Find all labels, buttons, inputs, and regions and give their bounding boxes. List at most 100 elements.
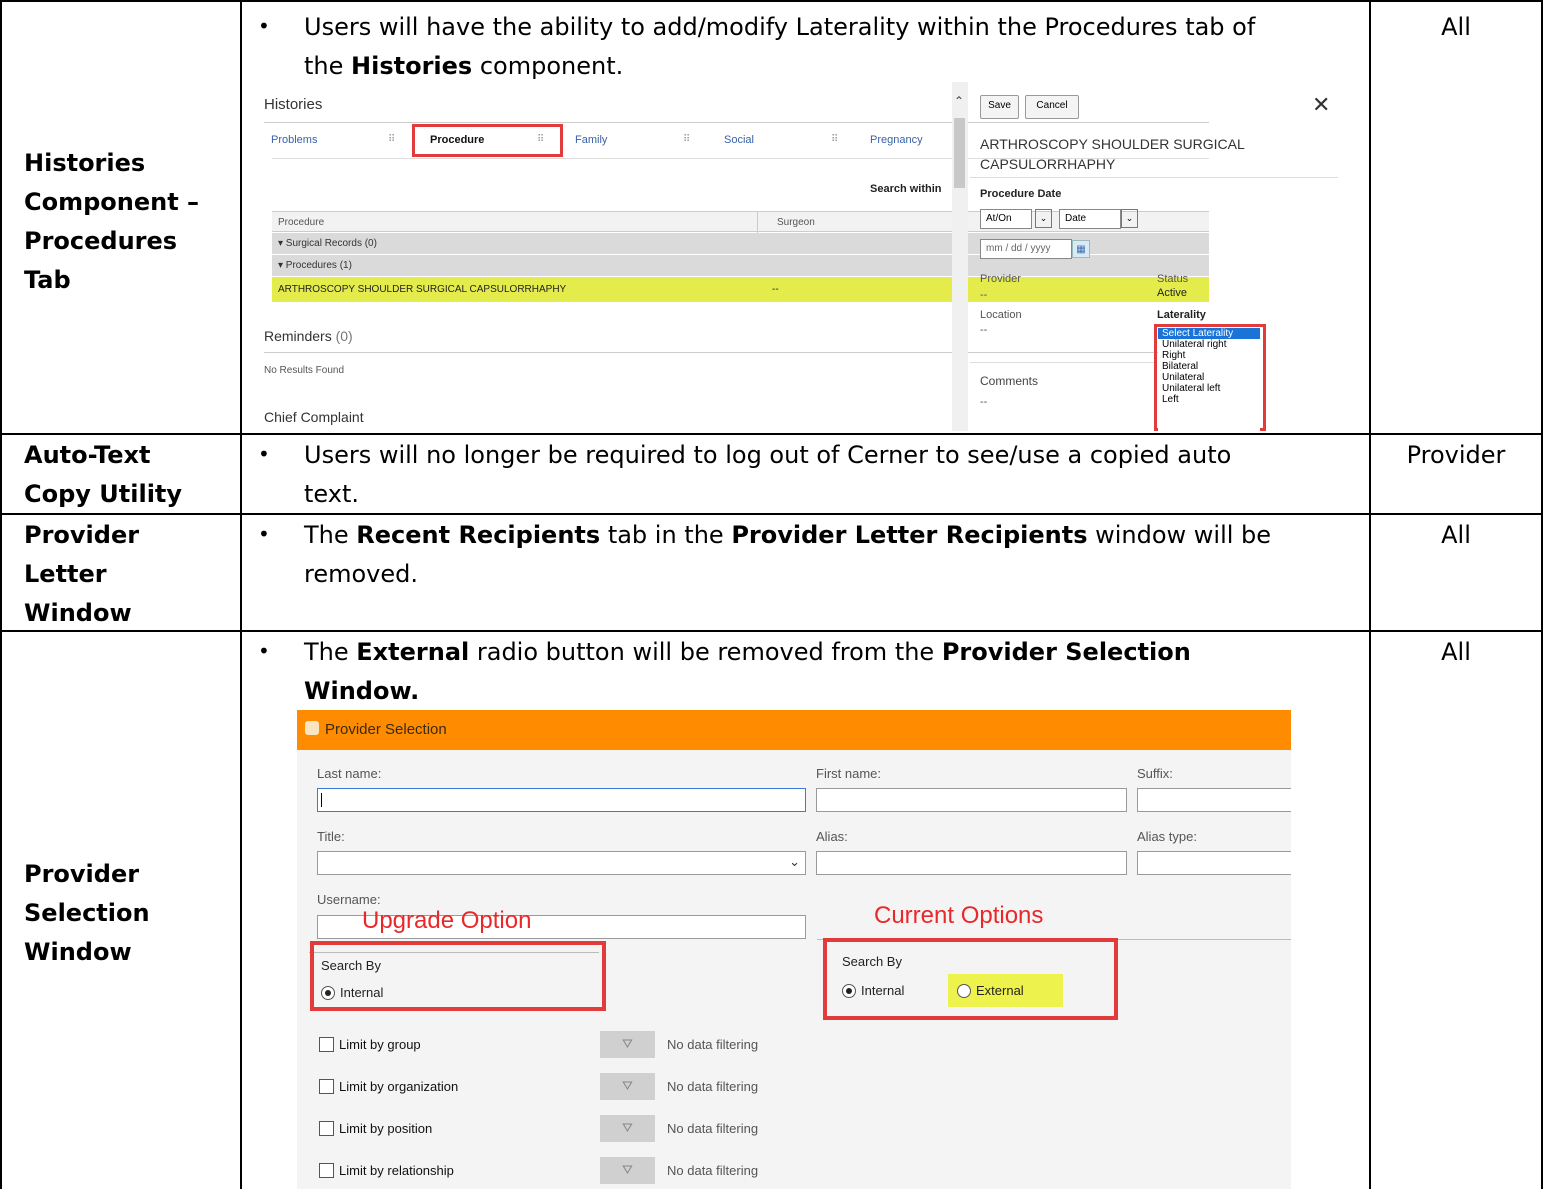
row-label-provider-selection: Provider Selection Window bbox=[2, 855, 238, 972]
laterality-option[interactable]: Right bbox=[1158, 350, 1260, 361]
bullet: • bbox=[258, 522, 270, 546]
internal-radio[interactable] bbox=[842, 984, 856, 998]
limit-checkbox[interactable] bbox=[319, 1037, 334, 1052]
cancel-button[interactable]: Cancel bbox=[1025, 95, 1079, 119]
label-line: Selection bbox=[24, 899, 150, 927]
filter-icon[interactable]: ⛛ bbox=[600, 1073, 655, 1100]
search-within-label[interactable]: Search within bbox=[870, 183, 942, 195]
laterality-option[interactable]: Bilateral bbox=[1158, 361, 1260, 372]
text: the bbox=[304, 52, 352, 80]
scrollbar[interactable] bbox=[952, 82, 968, 431]
alias-type-field[interactable] bbox=[1137, 851, 1291, 875]
drag-handle-icon: ⠿ bbox=[831, 134, 839, 145]
divider bbox=[970, 362, 1154, 363]
upgrade-option-caption: Upgrade Option bbox=[362, 907, 532, 934]
col-procedure[interactable]: Procedure bbox=[278, 217, 324, 228]
chevron-down-icon[interactable]: ⌄ bbox=[1121, 209, 1138, 228]
label-line: Component – bbox=[24, 188, 200, 216]
alias-field[interactable] bbox=[816, 851, 1127, 875]
limit-checkbox[interactable] bbox=[319, 1079, 334, 1094]
row-divider bbox=[0, 433, 1543, 435]
reminders-count: (0) bbox=[335, 328, 353, 344]
limit-checkbox[interactable] bbox=[319, 1121, 334, 1136]
tab-social[interactable]: Social bbox=[724, 134, 754, 146]
tab-pregnancy[interactable]: Pregnancy bbox=[870, 134, 923, 146]
text: The bbox=[304, 638, 357, 666]
date-input[interactable]: mm / dd / yyyy bbox=[980, 239, 1072, 259]
date-select[interactable]: Date bbox=[1059, 209, 1121, 229]
laterality-listbox[interactable]: Select Laterality Unilateral right Right… bbox=[1158, 328, 1260, 431]
laterality-option[interactable]: Unilateral left bbox=[1158, 383, 1260, 394]
internal-label: Internal bbox=[340, 985, 384, 1000]
table-row-selected[interactable]: ARTHROSCOPY SHOULDER SURGICAL CAPSULORRH… bbox=[272, 277, 1209, 302]
procedure-date-label: Procedure Date bbox=[980, 188, 1062, 200]
calendar-icon[interactable]: ▦ bbox=[1072, 240, 1090, 258]
bold-text: External bbox=[356, 638, 470, 666]
label-line: Provider bbox=[24, 860, 140, 888]
limit-checkbox[interactable] bbox=[319, 1163, 334, 1178]
divider bbox=[264, 122, 1209, 123]
bullet-line: Users will no longer be required to log … bbox=[304, 441, 1232, 469]
row-label-histories: Histories Component – Procedures Tab bbox=[2, 144, 238, 300]
table-border-top bbox=[0, 0, 1543, 2]
text: radio button will be removed from the bbox=[469, 638, 942, 666]
filter-icon[interactable]: ⛛ bbox=[600, 1157, 655, 1184]
limit-by-group-label: Limit by group bbox=[339, 1037, 421, 1052]
title-select[interactable]: ⌄ bbox=[317, 851, 806, 875]
col-surgeon[interactable]: Surgeon bbox=[777, 212, 815, 233]
audience: Provider bbox=[1406, 441, 1506, 469]
provider-value: -- bbox=[980, 289, 988, 301]
save-button[interactable]: Save bbox=[980, 95, 1019, 119]
external-label: External bbox=[976, 983, 1024, 998]
surgeon-value: -- bbox=[772, 284, 779, 295]
label-line: Letter bbox=[24, 560, 107, 588]
bullet-line: Users will have the ability to add/modif… bbox=[304, 13, 1256, 41]
at-on-select[interactable]: At/On bbox=[980, 209, 1032, 229]
search-by-label: Search By bbox=[842, 954, 902, 969]
close-icon[interactable]: ✕ bbox=[1312, 92, 1330, 118]
window-icon bbox=[305, 721, 319, 735]
suffix-field[interactable] bbox=[1137, 788, 1291, 812]
bullet-text: Users will have the ability to add/modif… bbox=[304, 8, 1255, 86]
row-label-auto-text: Auto-Text Copy Utility bbox=[2, 436, 238, 514]
laterality-option[interactable]: Unilateral right bbox=[1158, 339, 1260, 350]
last-name-field[interactable] bbox=[317, 788, 806, 812]
text: window will be bbox=[1087, 521, 1272, 549]
chevron-down-icon[interactable]: ⌄ bbox=[789, 854, 800, 870]
external-radio[interactable] bbox=[957, 984, 971, 998]
bold-text: Provider Letter Recipients bbox=[731, 521, 1088, 549]
drag-handle-icon: ⠿ bbox=[683, 134, 691, 145]
laterality-label: Laterality bbox=[1157, 309, 1206, 321]
highlight-box bbox=[310, 941, 606, 1011]
chevron-up-icon[interactable]: ⌃ bbox=[954, 94, 964, 108]
release-notes-table: Histories Component – Procedures Tab • U… bbox=[0, 0, 1543, 1189]
label-line: Auto-Text bbox=[24, 441, 151, 469]
bold-text: Histories bbox=[351, 52, 473, 80]
current-options-caption: Current Options bbox=[874, 902, 1044, 929]
location-label: Location bbox=[980, 309, 1022, 321]
limit-by-position-label: Limit by position bbox=[339, 1121, 433, 1136]
label-line: Window bbox=[24, 599, 132, 627]
highlight-box bbox=[412, 124, 563, 157]
status-value: Active bbox=[1157, 287, 1187, 299]
chief-complaint-heading: Chief Complaint bbox=[264, 409, 364, 425]
laterality-option[interactable]: Select Laterality bbox=[1158, 328, 1260, 339]
label-line: Histories bbox=[24, 149, 146, 177]
filter-icon[interactable]: ⛛ bbox=[600, 1115, 655, 1142]
no-data-filtering: No data filtering bbox=[667, 1163, 759, 1178]
bullet-text: The External radio button will be remove… bbox=[304, 633, 1191, 711]
chevron-down-icon[interactable]: ⌄ bbox=[1035, 209, 1052, 228]
alias-label: Alias: bbox=[816, 829, 848, 844]
first-name-field[interactable] bbox=[816, 788, 1127, 812]
reminders-label: Reminders bbox=[264, 328, 332, 344]
laterality-option[interactable]: Unilateral bbox=[1158, 372, 1260, 383]
scrollbar-thumb[interactable] bbox=[954, 118, 965, 188]
tab-family[interactable]: Family bbox=[575, 134, 607, 146]
laterality-option[interactable]: Left bbox=[1158, 394, 1260, 405]
audience: All bbox=[1441, 13, 1471, 41]
tab-problems[interactable]: Problems bbox=[271, 134, 317, 146]
filter-icon[interactable]: ⛛ bbox=[600, 1031, 655, 1058]
text-cursor bbox=[321, 793, 322, 807]
label-line: Copy Utility bbox=[24, 480, 183, 508]
internal-radio[interactable] bbox=[321, 986, 335, 1000]
